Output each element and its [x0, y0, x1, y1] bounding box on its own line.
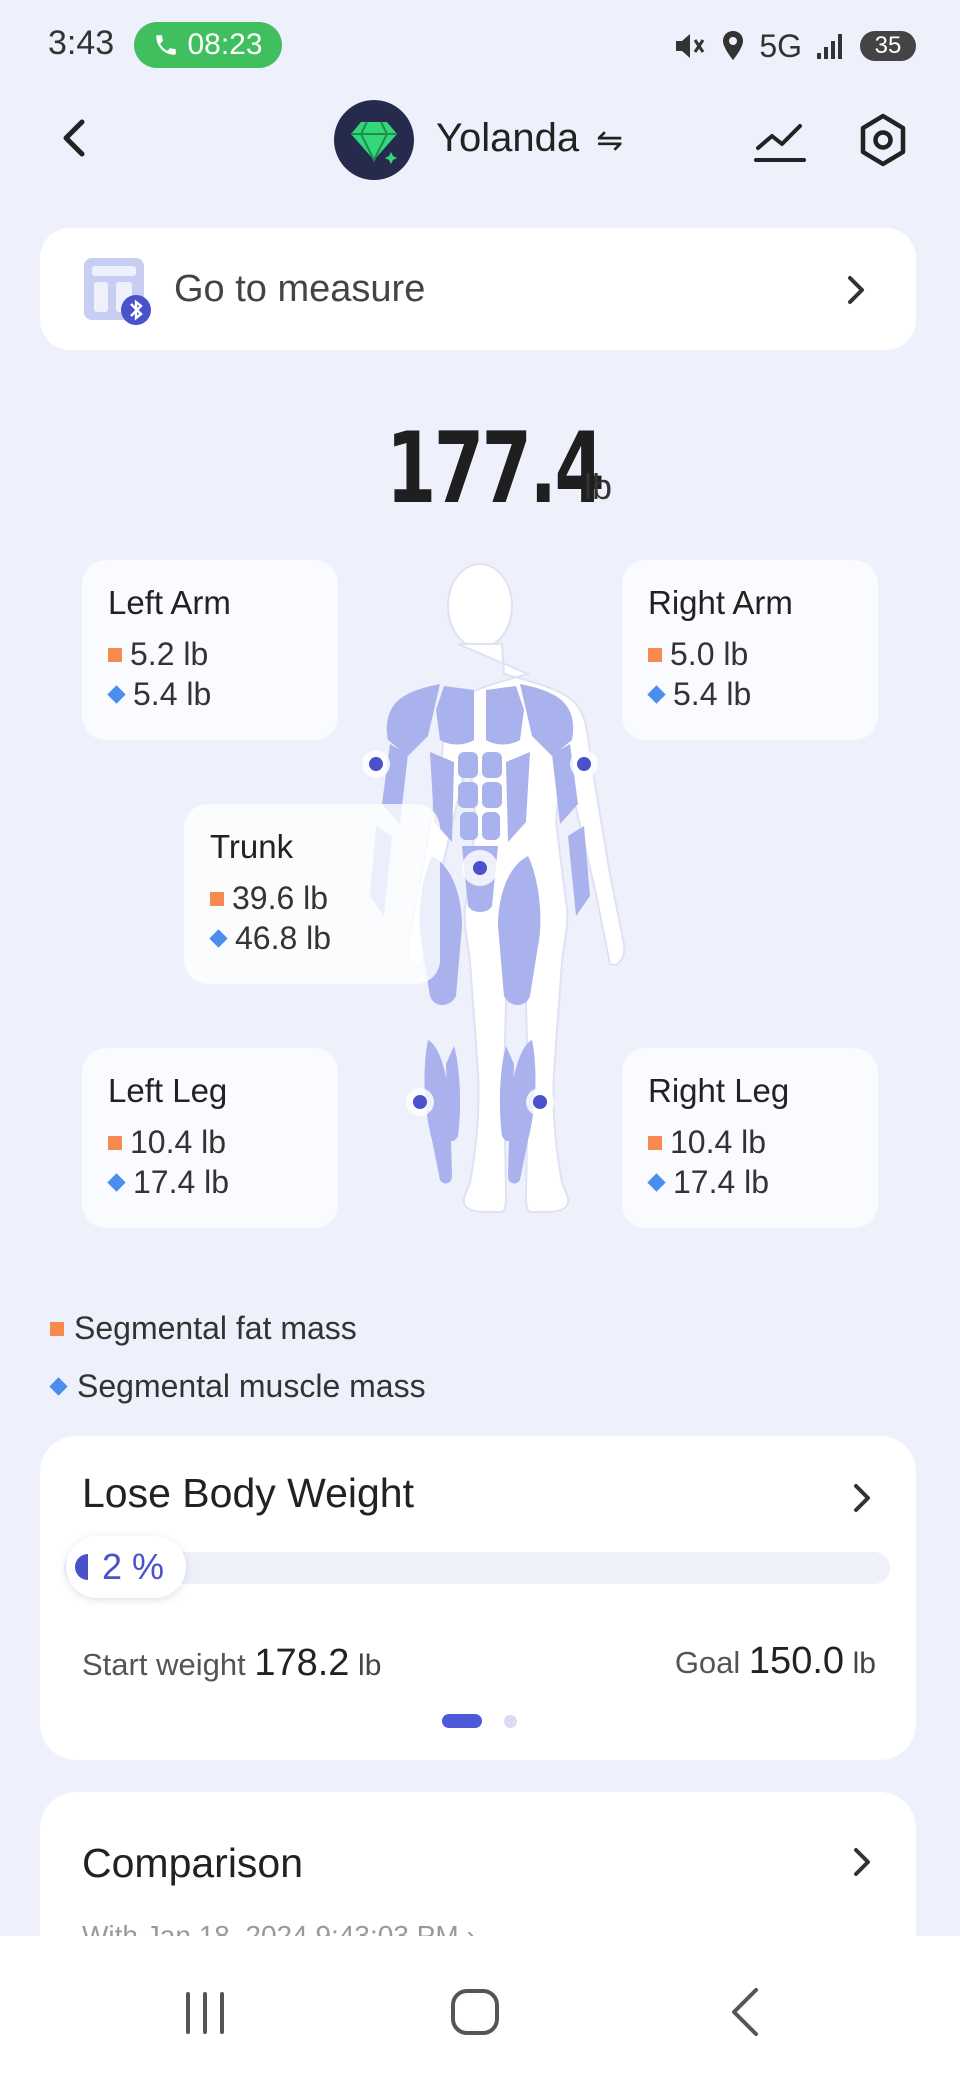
left-arm-fat-value: 5.2 lb: [130, 636, 209, 672]
right-leg-fat-value: 10.4 lb: [670, 1124, 767, 1160]
left-leg-card[interactable]: Left Leg 10.4 lb 17.4 lb: [82, 1048, 338, 1228]
muscle-marker-icon: [107, 685, 126, 704]
left-leg-muscle: 17.4 lb: [107, 1164, 230, 1201]
avatar[interactable]: [334, 100, 414, 180]
right-leg-muscle: 17.4 lb: [647, 1164, 770, 1201]
left-leg-fat-value: 10.4 lb: [130, 1124, 227, 1160]
left-arm-fat: 5.2 lb: [108, 636, 208, 673]
right-arm-fat-value: 5.0 lb: [670, 636, 749, 672]
signal-icon: [817, 34, 842, 59]
start-weight: Start weight 178.2 lb: [82, 1642, 381, 1685]
battery-indicator: 35: [860, 31, 916, 61]
recents-icon: [186, 1992, 224, 2034]
muscle-marker-icon: [647, 685, 666, 704]
back-arrow-icon: [63, 119, 85, 157]
ongoing-call-indicator[interactable]: 08:23: [134, 22, 282, 68]
right-arm-muscle-value: 5.4 lb: [673, 676, 752, 712]
back-button[interactable]: [52, 108, 100, 168]
fat-marker-icon: [108, 1135, 122, 1150]
muscle-marker-icon: [49, 1377, 68, 1396]
settings-icon: [860, 113, 906, 167]
goal-weight: Goal 150.0 lb: [675, 1640, 876, 1683]
trend-chart-icon: [754, 124, 806, 162]
muscle-marker-icon: [209, 929, 228, 948]
call-timer: 08:23: [187, 28, 263, 61]
system-back-button[interactable]: [726, 1986, 766, 2038]
goal-weight-value: 150.0: [748, 1640, 845, 1682]
right-leg-card[interactable]: Right Leg 10.4 lb 17.4 lb: [622, 1048, 878, 1228]
legend-fat-label: Segmental fat mass: [74, 1310, 357, 1346]
trunk-muscle: 46.8 lb: [209, 920, 332, 957]
location-icon: [723, 31, 744, 60]
switch-user-icon: ⇋: [596, 122, 624, 158]
body-weight-value: 177.4: [386, 412, 605, 526]
pager-dot-active[interactable]: [442, 1714, 482, 1728]
right-arm-muscle: 5.4 lb: [647, 676, 752, 713]
right-arm-card[interactable]: Right Arm 5.0 lb 5.4 lb: [622, 560, 878, 740]
start-weight-value: 178.2: [254, 1642, 350, 1684]
trend-button[interactable]: [752, 116, 808, 166]
muscle-marker-icon: [647, 1173, 666, 1192]
goal-title: Lose Body Weight: [82, 1470, 415, 1516]
goal-progress-percent: 2 %: [102, 1546, 165, 1587]
home-icon: [451, 1989, 499, 2035]
back-chevron-icon: [732, 1988, 758, 2036]
fat-marker-icon: [108, 647, 122, 662]
legend-fat: Segmental fat mass: [50, 1310, 357, 1347]
right-leg-muscle-value: 17.4 lb: [673, 1164, 770, 1200]
scale-bluetooth-icon: [80, 254, 154, 326]
trunk-card[interactable]: Trunk 39.6 lb 46.8 lb: [184, 804, 440, 984]
right-arm-fat: 5.0 lb: [648, 636, 748, 673]
recent-apps-button[interactable]: [180, 1990, 230, 2036]
settings-button[interactable]: [856, 110, 910, 170]
goal-weight-unit: lb: [852, 1647, 876, 1680]
goal-weight-label: Goal: [674, 1645, 741, 1680]
goal-progress-track: [64, 1552, 890, 1584]
comparison-title: Comparison: [82, 1840, 304, 1886]
mute-vibrate-icon: [676, 34, 705, 58]
trunk-title: Trunk: [210, 828, 294, 865]
left-arm-muscle-value: 5.4 lb: [133, 676, 212, 712]
fat-marker-icon: [210, 891, 224, 906]
left-leg-fat: 10.4 lb: [108, 1124, 226, 1161]
chevron-right-icon: [842, 270, 870, 310]
start-weight-unit: lb: [358, 1649, 382, 1682]
muscle-marker-icon: [107, 1173, 126, 1192]
diamond-icon: [351, 121, 397, 164]
progress-half-circle-icon: [75, 1554, 88, 1580]
home-button[interactable]: [448, 1986, 502, 2038]
legend-muscle-label: Segmental muscle mass: [77, 1368, 426, 1404]
pager-dot[interactable]: [504, 1715, 517, 1728]
chevron-right-icon[interactable]: [850, 1480, 874, 1516]
user-name: Yolanda: [436, 116, 580, 160]
trunk-fat-value: 39.6 lb: [232, 880, 329, 916]
go-to-measure-label: Go to measure: [174, 268, 426, 310]
body-weight-unit: lb: [584, 466, 613, 507]
left-leg-title: Left Leg: [108, 1072, 228, 1109]
go-to-measure-card[interactable]: [40, 228, 916, 350]
comparison-subtitle[interactable]: With Jan 18, 2024 9:43:03 PM ›: [82, 1920, 476, 1936]
left-arm-title: Left Arm: [108, 584, 231, 621]
trunk-fat: 39.6 lb: [210, 880, 328, 917]
network-type: 5G: [759, 27, 802, 64]
left-arm-muscle: 5.4 lb: [107, 676, 212, 713]
goal-progress-indicator: 2 %: [66, 1536, 186, 1598]
right-arm-title: Right Arm: [648, 584, 793, 621]
start-weight-label: Start weight: [82, 1647, 246, 1682]
fat-marker-icon: [648, 1135, 662, 1150]
user-switcher[interactable]: Yolanda ⇋: [436, 116, 623, 161]
fat-marker-icon: [50, 1321, 64, 1336]
right-leg-fat: 10.4 lb: [648, 1124, 766, 1161]
legend-muscle: Segmental muscle mass: [49, 1368, 426, 1405]
status-icons: 5G 35: [673, 24, 916, 68]
status-time: 3:43: [48, 24, 115, 62]
right-leg-title: Right Leg: [648, 1072, 790, 1109]
left-arm-card[interactable]: Left Arm 5.2 lb 5.4 lb: [82, 560, 338, 740]
trunk-muscle-value: 46.8 lb: [235, 920, 332, 956]
fat-marker-icon: [648, 647, 662, 662]
left-leg-muscle-value: 17.4 lb: [133, 1164, 230, 1200]
chevron-right-icon[interactable]: [850, 1844, 874, 1880]
phone-icon: [156, 35, 177, 55]
